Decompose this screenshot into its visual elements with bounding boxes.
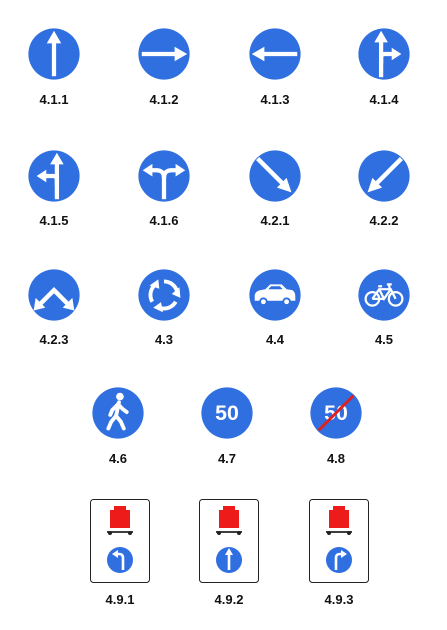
sign-4-2-1 — [246, 147, 304, 205]
sign-label: 4.5 — [374, 332, 394, 347]
sign-label: 4.9.2 — [214, 592, 244, 607]
sign-4-1-4 — [355, 25, 413, 83]
minimum-speed-icon: 50 — [198, 384, 256, 442]
sign-label: 4.2.3 — [39, 332, 69, 347]
bicycle-icon — [355, 266, 413, 324]
sign-label: 4.9.3 — [324, 592, 354, 607]
arrow-straight-or-left-icon — [25, 147, 83, 205]
sign-label: 4.1.5 — [39, 213, 69, 228]
sign-4-7: 50 — [198, 384, 256, 442]
minimum-speed-end-icon: 50 — [307, 384, 365, 442]
arrow-pass-both-sides-icon — [25, 266, 83, 324]
sign-label: 4.7 — [217, 451, 237, 466]
dangerous-goods-left-icon — [90, 499, 150, 583]
arrow-straight-or-right-icon — [355, 25, 413, 83]
arrow-left-or-right-icon — [135, 147, 193, 205]
sign-4-1-6 — [135, 147, 193, 205]
dangerous-goods-straight-icon — [199, 499, 259, 583]
sign-4-3 — [135, 266, 193, 324]
sign-label: 4.1.1 — [39, 92, 69, 107]
sign-label: 4.2.1 — [260, 213, 290, 228]
sign-label: 4.1.4 — [369, 92, 399, 107]
sign-4-1-1 — [25, 25, 83, 83]
arrow-diagonal-down-right-icon — [246, 147, 304, 205]
arrow-straight-icon — [25, 25, 83, 83]
sign-4-5 — [355, 266, 413, 324]
car-icon — [246, 266, 304, 324]
sign-label: 4.9.1 — [105, 592, 135, 607]
sign-label: 4.1.6 — [149, 213, 179, 228]
sign-label: 4.2.2 — [369, 213, 399, 228]
sign-label: 4.8 — [326, 451, 346, 466]
sign-label: 4.1.3 — [260, 92, 290, 107]
arrow-left-icon — [246, 25, 304, 83]
sign-4-9-3 — [309, 499, 369, 583]
sign-4-4 — [246, 266, 304, 324]
arrow-diagonal-down-left-icon — [355, 147, 413, 205]
sign-4-1-2 — [135, 25, 193, 83]
sign-4-9-2 — [199, 499, 259, 583]
arrow-right-icon — [135, 25, 193, 83]
sign-label: 4.1.2 — [149, 92, 179, 107]
speed-value: 50 — [215, 401, 239, 425]
sign-4-1-3 — [246, 25, 304, 83]
sign-label: 4.3 — [154, 332, 174, 347]
pedestrian-icon — [89, 384, 147, 442]
dangerous-goods-right-icon — [309, 499, 369, 583]
sign-4-1-5 — [25, 147, 83, 205]
sign-4-2-2 — [355, 147, 413, 205]
sign-4-8: 50 — [307, 384, 365, 442]
sign-label: 4.6 — [108, 451, 128, 466]
sign-4-9-1 — [90, 499, 150, 583]
sign-4-2-3 — [25, 266, 83, 324]
sign-4-6 — [89, 384, 147, 442]
sign-label: 4.4 — [265, 332, 285, 347]
roundabout-icon — [135, 266, 193, 324]
